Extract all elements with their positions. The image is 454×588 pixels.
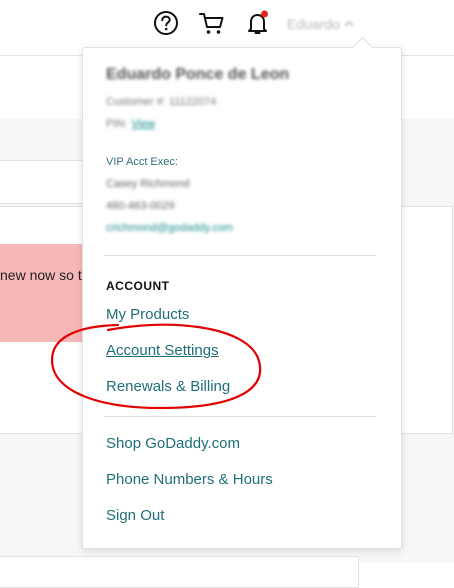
bell-icon[interactable] (243, 8, 273, 38)
vip-acct-exec-label: VIP Acct Exec: (106, 156, 178, 168)
exec-email-link[interactable]: crichmond@godaddy.com (106, 222, 233, 234)
background-card (0, 556, 359, 588)
account-name: Eduardo Ponce de Leon (106, 66, 290, 83)
customer-number: Customer #: 11122074 (106, 96, 217, 108)
divider (104, 416, 376, 417)
shop-godaddy-link[interactable]: Shop GoDaddy.com (106, 435, 240, 452)
chevron-up-icon (344, 20, 354, 27)
pin-row: PIN: View (106, 118, 155, 130)
cart-icon[interactable] (197, 8, 227, 38)
user-menu-toggle[interactable]: Eduardo (287, 13, 354, 35)
phone-numbers-hours-link[interactable]: Phone Numbers & Hours (106, 471, 273, 488)
account-settings-link[interactable]: Account Settings (106, 342, 219, 359)
user-name: Eduardo (287, 16, 340, 32)
alert-banner-text: new now so t (0, 267, 82, 283)
my-products-link[interactable]: My Products (106, 306, 189, 323)
exec-phone: 480-463-0029 (106, 200, 175, 212)
exec-name: Casey Richmond (106, 178, 190, 190)
renewals-billing-link[interactable]: Renewals & Billing (106, 378, 230, 395)
account-section-heading: ACCOUNT (106, 279, 170, 293)
help-icon[interactable] (151, 8, 181, 38)
notification-dot (261, 10, 268, 18)
divider (104, 255, 376, 256)
pin-view-link[interactable]: View (131, 118, 155, 130)
sign-out-link[interactable]: Sign Out (106, 507, 164, 524)
pin-label: PIN: (106, 118, 128, 130)
